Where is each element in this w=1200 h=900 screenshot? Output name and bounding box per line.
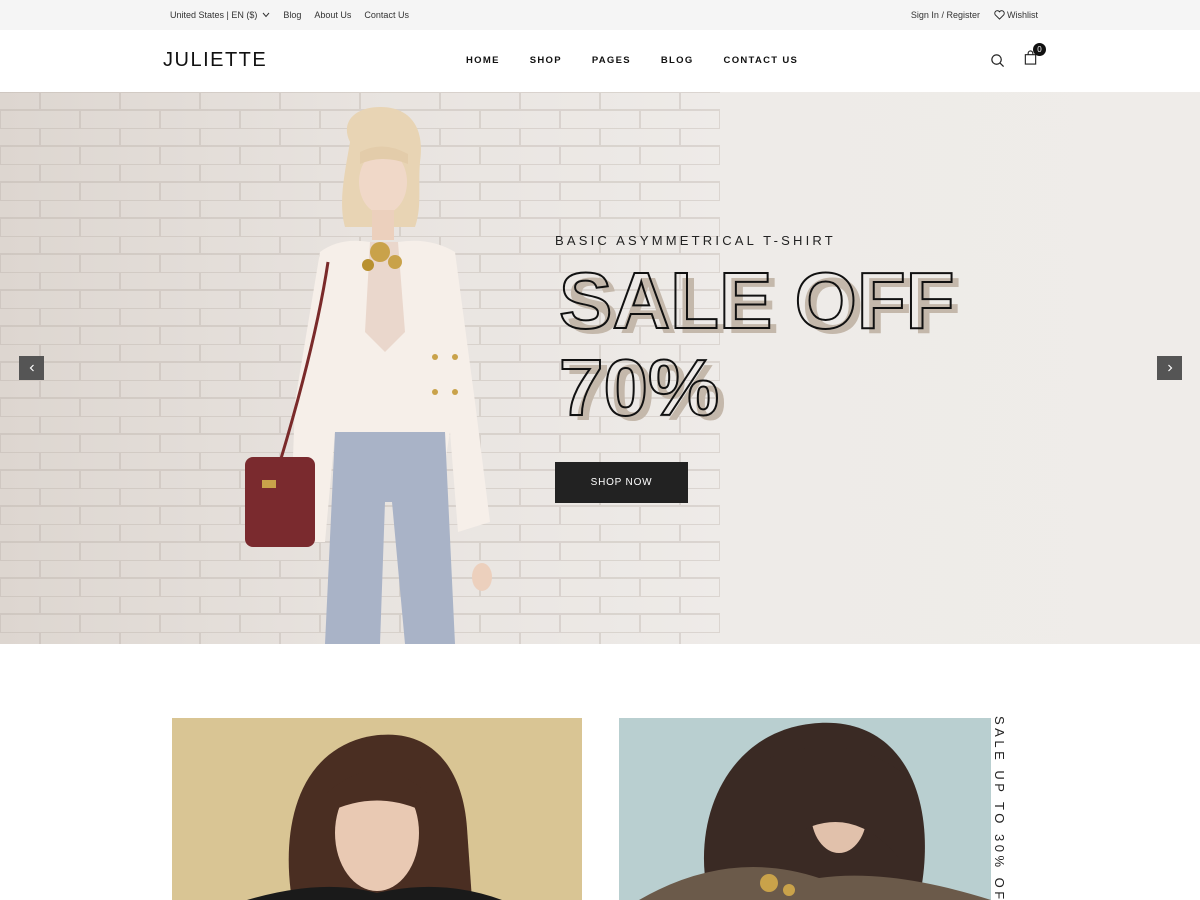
- slider-next-button[interactable]: [1157, 356, 1182, 380]
- main-nav: HOME SHOP PAGES BLOG CONTACT US: [466, 55, 798, 66]
- wishlist-label: Wishlist: [1007, 10, 1038, 20]
- register-link[interactable]: Register: [946, 10, 980, 20]
- chevron-left-icon: [29, 364, 34, 372]
- heart-icon: [994, 10, 1005, 20]
- account-links: Sign In / Register: [911, 10, 980, 20]
- nav-item-contact[interactable]: CONTACT US: [724, 55, 799, 66]
- cart-button[interactable]: 0: [1023, 43, 1046, 70]
- locale-selector[interactable]: United States | EN ($): [170, 10, 270, 20]
- topbar-link-contact[interactable]: Contact Us: [364, 10, 409, 20]
- chevron-right-icon: [1167, 364, 1172, 372]
- topbar-link-blog[interactable]: Blog: [283, 10, 301, 20]
- nav-item-blog[interactable]: BLOG: [661, 55, 694, 66]
- top-bar-right: Sign In / Register Wishlist: [911, 10, 1038, 20]
- locale-label: United States | EN ($): [170, 10, 258, 20]
- banner-right-photo: [639, 722, 991, 900]
- promo-banner-left[interactable]: [172, 718, 582, 900]
- account-separator: /: [941, 10, 944, 20]
- nav-item-shop[interactable]: SHOP: [530, 55, 562, 66]
- model-photo: [245, 107, 492, 644]
- sign-in-link[interactable]: Sign In: [911, 10, 939, 20]
- cart-count-badge: 0: [1033, 43, 1046, 56]
- hero-slider: BASIC ASYMMETRICAL T-SHIRT SALE OFF SALE…: [0, 92, 1200, 644]
- banner-vertical-text: SALE UP TO 30% OFF: [993, 716, 1007, 900]
- hero-subtitle: BASIC ASYMMETRICAL T-SHIRT: [555, 233, 836, 248]
- top-bar-left: United States | EN ($) Blog About Us Con…: [170, 10, 409, 20]
- wishlist-link[interactable]: Wishlist: [994, 10, 1038, 20]
- logo[interactable]: JULIETTE: [163, 49, 267, 72]
- nav-item-home[interactable]: HOME: [466, 55, 500, 66]
- header-icons: 0: [990, 43, 1046, 70]
- hero-headline: SALE OFF SALE OFF 70% 70%: [558, 260, 962, 437]
- headline-line2: 70%: [559, 343, 719, 432]
- chevron-down-icon: [262, 12, 270, 18]
- headline-line1: SALE OFF: [559, 260, 955, 345]
- main-header: JULIETTE HOME SHOP PAGES BLOG CONTACT US…: [0, 30, 1200, 92]
- topbar-link-about[interactable]: About Us: [314, 10, 351, 20]
- slider-prev-button[interactable]: [19, 356, 44, 380]
- search-icon[interactable]: [990, 53, 1005, 68]
- shop-now-button[interactable]: SHOP NOW: [555, 462, 688, 503]
- nav-item-pages[interactable]: PAGES: [592, 55, 631, 66]
- promo-banner-right[interactable]: [619, 718, 991, 900]
- banner-left-photo: [247, 734, 502, 900]
- top-bar: United States | EN ($) Blog About Us Con…: [0, 0, 1200, 30]
